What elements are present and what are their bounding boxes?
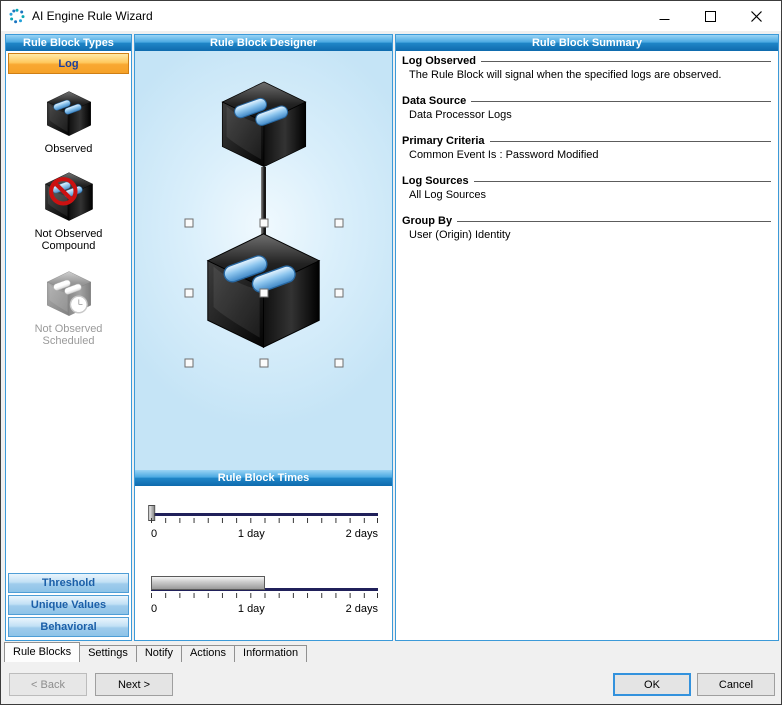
rule-block-times-header: Rule Block Times xyxy=(135,470,392,486)
selection-handle[interactable] xyxy=(185,289,194,298)
footer-bar: < Back Next > OK Cancel xyxy=(1,662,781,704)
tab-rule-blocks[interactable]: Rule Blocks xyxy=(4,642,80,662)
tab-actions[interactable]: Actions xyxy=(181,645,235,662)
rule-block-summary-panel: Rule Block Summary Log Observed The Rule… xyxy=(395,34,779,641)
next-button[interactable]: Next > xyxy=(95,673,173,696)
selection-box xyxy=(189,223,339,363)
time-slider-primary: 0 1 day 2 days xyxy=(151,496,378,544)
rule-type-list: Observed Not Observed Compound Not Obser… xyxy=(6,74,131,347)
selection-handle[interactable] xyxy=(335,289,344,298)
summary-section-content: The Rule Block will signal when the spec… xyxy=(402,69,773,82)
selection-handle[interactable] xyxy=(335,219,344,228)
slider-label-zero: 0 xyxy=(151,603,157,615)
rule-type-observed[interactable]: Observed xyxy=(45,90,93,155)
slider-ticks xyxy=(151,518,378,523)
threshold-category-button[interactable]: Threshold xyxy=(8,573,129,593)
slider-label-one-day: 1 day xyxy=(238,603,265,615)
rule-block-times-area: 0 1 day 2 days 0 1 day 2 days xyxy=(135,486,392,640)
summary-body: Log Observed The Rule Block will signal … xyxy=(396,51,778,255)
rule-type-not-observed-compound-label: Not Observed Compound xyxy=(35,228,103,252)
rule-block-summary-header: Rule Block Summary xyxy=(396,35,778,51)
not-observed-compound-icon xyxy=(43,171,95,223)
summary-section-content: Data Processor Logs xyxy=(402,109,773,122)
slider-range-bar[interactable] xyxy=(151,576,265,590)
slider-ticks xyxy=(151,593,378,598)
behavioral-category-button[interactable]: Behavioral xyxy=(8,617,129,637)
slider-label-two-days: 2 days xyxy=(346,528,378,540)
selection-handle[interactable] xyxy=(335,359,344,368)
wizard-tab-bar: Rule Blocks Settings Notify Actions Info… xyxy=(1,642,781,662)
summary-section-group-by: Group By User (Origin) Identity xyxy=(402,215,773,242)
summary-section-primary-criteria: Primary Criteria Common Event Is : Passw… xyxy=(402,135,773,162)
tab-information[interactable]: Information xyxy=(234,645,307,662)
tab-settings[interactable]: Settings xyxy=(79,645,137,662)
rule-block-designer-canvas[interactable] xyxy=(135,51,392,470)
slider-track[interactable] xyxy=(151,513,378,516)
log-category-button[interactable]: Log xyxy=(8,53,129,74)
rule-type-observed-label: Observed xyxy=(45,143,93,155)
slider-label-zero: 0 xyxy=(151,528,157,540)
summary-section-title: Log Observed xyxy=(402,55,773,67)
selection-handle[interactable] xyxy=(260,359,269,368)
window-controls xyxy=(641,1,779,31)
summary-section-log-observed: Log Observed The Rule Block will signal … xyxy=(402,55,773,82)
unique-values-category-button[interactable]: Unique Values xyxy=(8,595,129,615)
selection-handle[interactable] xyxy=(260,289,269,298)
summary-section-title: Primary Criteria xyxy=(402,135,773,147)
rule-type-not-observed-scheduled[interactable]: Not Observed Scheduled xyxy=(35,270,103,347)
rule-type-not-observed-compound[interactable]: Not Observed Compound xyxy=(35,171,103,252)
rule-block-cube-top[interactable] xyxy=(218,79,310,171)
slider-label-one-day: 1 day xyxy=(238,528,265,540)
close-button[interactable] xyxy=(733,1,779,31)
maximize-button[interactable] xyxy=(687,1,733,31)
cancel-button[interactable]: Cancel xyxy=(697,673,775,696)
rule-block-designer-header: Rule Block Designer xyxy=(135,35,392,51)
ok-button[interactable]: OK xyxy=(613,673,691,696)
summary-section-data-source: Data Source Data Processor Logs xyxy=(402,95,773,122)
category-button-group: Threshold Unique Values Behavioral xyxy=(8,571,129,637)
logrhythm-logo-icon xyxy=(9,8,25,24)
ai-engine-rule-wizard-window: AI Engine Rule Wizard Rule Block Types L… xyxy=(0,0,782,705)
rule-block-designer-panel: Rule Block Designer Rule Block Times xyxy=(134,34,393,641)
summary-section-title: Group By xyxy=(402,215,773,227)
back-button[interactable]: < Back xyxy=(9,673,87,696)
rule-type-not-observed-scheduled-label: Not Observed Scheduled xyxy=(35,323,103,347)
summary-section-log-sources: Log Sources All Log Sources xyxy=(402,175,773,202)
title-bar: AI Engine Rule Wizard xyxy=(1,1,781,31)
selection-handle[interactable] xyxy=(260,219,269,228)
slider-labels: 0 1 day 2 days xyxy=(151,603,378,615)
rule-block-types-panel: Rule Block Types Log Observed Not Observ… xyxy=(5,34,132,641)
observed-cube-icon xyxy=(45,90,93,138)
minimize-button[interactable] xyxy=(641,1,687,31)
tab-notify[interactable]: Notify xyxy=(136,645,182,662)
selection-handle[interactable] xyxy=(185,219,194,228)
window-title: AI Engine Rule Wizard xyxy=(32,9,153,23)
slider-labels: 0 1 day 2 days xyxy=(151,528,378,540)
summary-section-title: Data Source xyxy=(402,95,773,107)
summary-section-content: Common Event Is : Password Modified xyxy=(402,149,773,162)
summary-section-content: User (Origin) Identity xyxy=(402,229,773,242)
summary-section-title: Log Sources xyxy=(402,175,773,187)
summary-section-content: All Log Sources xyxy=(402,189,773,202)
not-observed-scheduled-icon xyxy=(45,270,93,318)
rule-block-types-header: Rule Block Types xyxy=(6,35,131,51)
time-slider-range: 0 1 day 2 days xyxy=(151,566,378,618)
slider-label-two-days: 2 days xyxy=(346,603,378,615)
selection-handle[interactable] xyxy=(185,359,194,368)
